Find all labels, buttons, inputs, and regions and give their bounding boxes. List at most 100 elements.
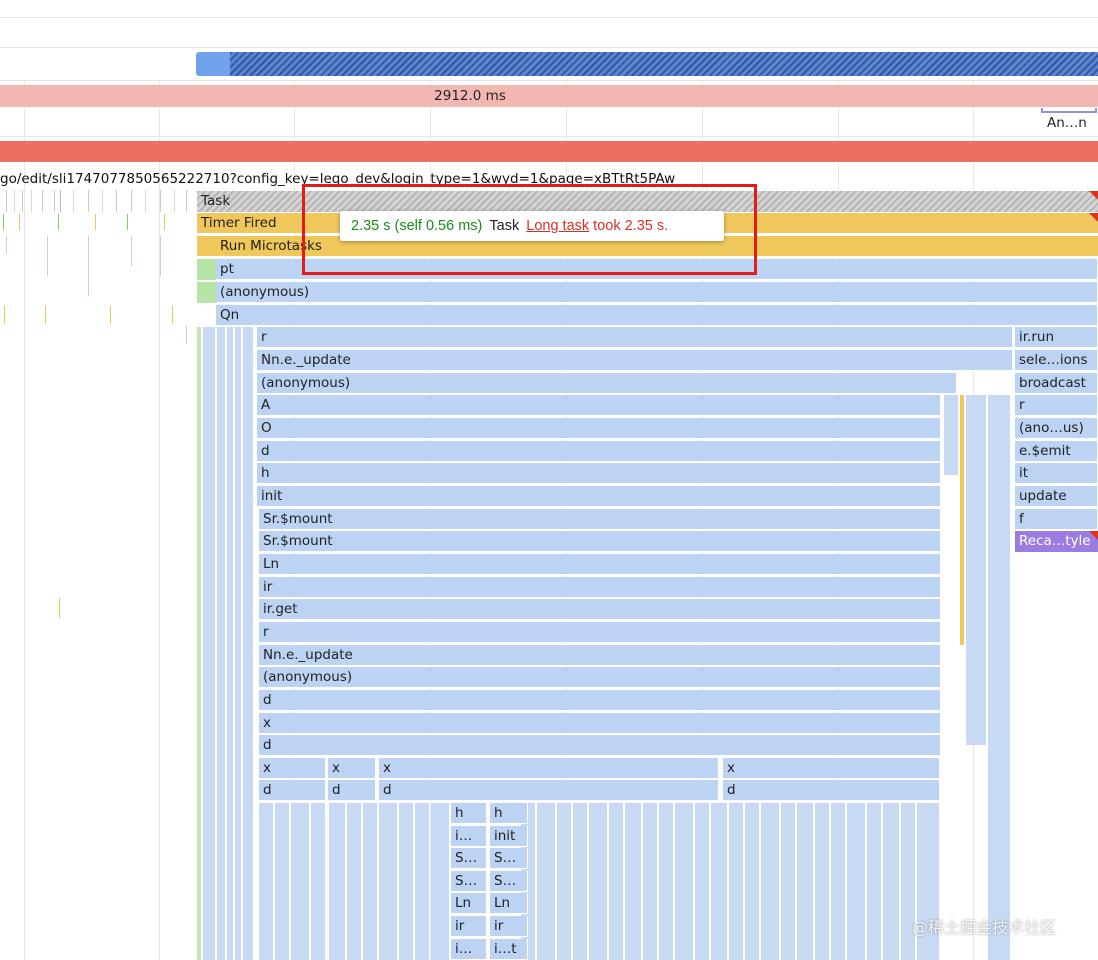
flame-frame[interactable]: x: [723, 758, 940, 779]
frame-label: init: [494, 828, 516, 844]
frame-label: r: [263, 624, 269, 640]
flame-frame[interactable]: update: [1015, 486, 1098, 507]
flame-green-stub: [197, 282, 216, 303]
flame-frame[interactable]: f: [1015, 509, 1098, 530]
frame-label: d: [263, 782, 272, 798]
flame-mini-frames: [197, 327, 257, 960]
flame-frame[interactable]: r: [1015, 395, 1098, 416]
flame-frame[interactable]: d: [257, 441, 941, 462]
frame-label: x: [263, 715, 271, 731]
flame-frame[interactable]: it: [1015, 463, 1098, 484]
flame-frame[interactable]: d: [259, 690, 941, 711]
flame-frame[interactable]: h: [451, 803, 487, 824]
flame-frame[interactable]: S…: [490, 871, 528, 892]
flame-frame[interactable]: ir: [490, 916, 528, 937]
flame-frame[interactable]: x: [259, 713, 941, 734]
flame-frame-recalc-style[interactable]: Reca…tyle: [1015, 531, 1098, 552]
long-task-marker: [1089, 213, 1098, 222]
flame-frame[interactable]: (anonymous): [216, 282, 1098, 303]
timeline-selection-window[interactable]: [230, 52, 1098, 76]
flame-frame[interactable]: sele…ions: [1015, 350, 1098, 371]
flame-frame[interactable]: h: [257, 463, 941, 484]
flame-frame[interactable]: O: [257, 418, 941, 439]
flame-frame[interactable]: Nn.e._update: [259, 645, 941, 666]
flame-frame[interactable]: ir.get: [259, 599, 941, 620]
frame-label: Task: [201, 193, 231, 209]
frame-label: h: [494, 805, 503, 821]
flame-frame[interactable]: ir: [451, 916, 487, 937]
flame-frame[interactable]: init: [257, 486, 941, 507]
flame-frame[interactable]: d: [259, 780, 326, 801]
flame-frame[interactable]: r: [257, 327, 1013, 348]
frame-label: h: [455, 805, 464, 821]
flame-frame[interactable]: Qn: [216, 305, 1098, 326]
long-task-marker: [1089, 191, 1098, 200]
main-thread-task-bar[interactable]: [0, 141, 1098, 162]
flame-frame[interactable]: A: [257, 395, 941, 416]
frame-label: Ln: [263, 556, 280, 572]
frame-label: ir: [455, 918, 465, 934]
flame-frame[interactable]: x: [379, 758, 719, 779]
flame-frame[interactable]: S…: [451, 848, 487, 869]
frame-label: d: [383, 782, 392, 798]
flame-frame[interactable]: r: [259, 622, 941, 643]
flame-frame[interactable]: x: [328, 758, 376, 779]
flame-frame[interactable]: d: [259, 735, 941, 756]
flame-frame[interactable]: S…: [451, 871, 487, 892]
flame-frame[interactable]: (anonymous): [259, 667, 941, 688]
frame-label: x: [383, 760, 391, 776]
frame-label: sele…ions: [1019, 352, 1088, 368]
flame-frame[interactable]: i…: [451, 939, 487, 960]
flame-frame[interactable]: d: [328, 780, 376, 801]
flame-frame[interactable]: Nn.e._update: [257, 350, 1013, 371]
flame-frame[interactable]: broadcast: [1015, 373, 1098, 394]
flame-frame[interactable]: Ln: [259, 554, 941, 575]
flame-frame[interactable]: ir: [259, 577, 941, 598]
flame-frame[interactable]: h: [490, 803, 528, 824]
flame-frame[interactable]: Ln: [451, 893, 487, 914]
flame-green-stub: [197, 259, 216, 280]
flame-frame[interactable]: e.$emit: [1015, 441, 1098, 462]
flame-frame[interactable]: (ano…us): [1015, 418, 1098, 439]
long-task-marker: [1089, 531, 1098, 540]
frame-label: r: [1019, 397, 1025, 413]
flame-frame[interactable]: x: [259, 758, 326, 779]
interaction-bracket: [1041, 108, 1097, 113]
flame-frame[interactable]: ir.run: [1015, 327, 1098, 348]
frame-label: Nn.e._update: [261, 352, 351, 368]
frame-label: f: [1019, 511, 1024, 527]
flame-right-mini-frames: [942, 395, 1012, 960]
frame-label: Sr.$mount: [263, 511, 333, 527]
flame-frame[interactable]: i…: [451, 826, 487, 847]
frame-label: r: [261, 329, 267, 345]
frame-label: update: [1019, 488, 1067, 504]
frame-label: ir: [494, 918, 504, 934]
flame-frame[interactable]: i…t: [490, 939, 528, 960]
flame-frame[interactable]: S…: [490, 848, 528, 869]
frame-label: it: [1019, 465, 1029, 481]
frame-label: ir.run: [1019, 329, 1055, 345]
interaction-duration-bar[interactable]: 2912.0 ms: [0, 85, 1098, 107]
timeline-selection-handle[interactable]: [196, 52, 230, 76]
flame-frame[interactable]: d: [723, 780, 940, 801]
flame-frame[interactable]: Sr.$mount: [259, 531, 941, 552]
interaction-label[interactable]: An…n: [1047, 115, 1087, 131]
flame-frame[interactable]: Sr.$mount: [259, 509, 941, 530]
highlight-box: [302, 184, 757, 275]
frame-label: Qn: [220, 307, 240, 323]
frame-label: d: [332, 782, 341, 798]
flame-frame[interactable]: init: [490, 826, 528, 847]
frame-label: i…: [455, 941, 473, 957]
flame-frame[interactable]: (anonymous): [257, 373, 957, 394]
flame-frame[interactable]: Ln: [490, 893, 528, 914]
frame-label: d: [727, 782, 736, 798]
frame-label: broadcast: [1019, 375, 1086, 391]
frame-label: Nn.e._update: [263, 647, 353, 663]
frame-label: i…t: [494, 941, 517, 957]
frame-label: d: [263, 692, 272, 708]
frame-label: S…: [455, 850, 478, 866]
flame-frame[interactable]: d: [379, 780, 719, 801]
frame-label: O: [261, 420, 272, 436]
frame-label: (anonymous): [220, 284, 310, 300]
overview-divider-2: [0, 80, 1098, 81]
